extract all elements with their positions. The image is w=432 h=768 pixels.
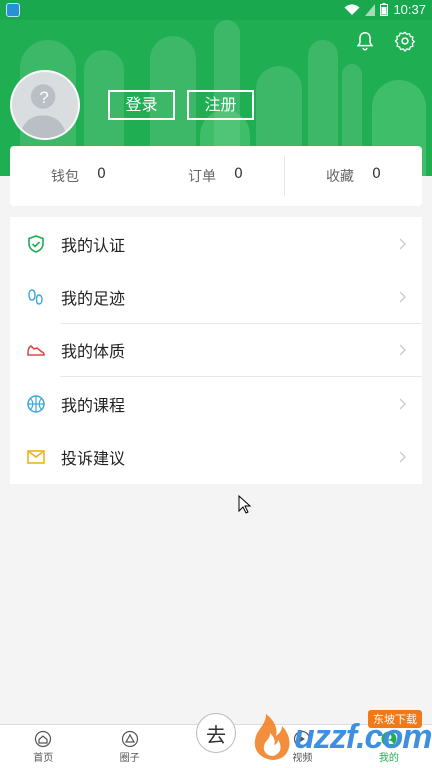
flame-logo-icon bbox=[254, 714, 290, 760]
default-avatar-icon: ? bbox=[19, 84, 67, 138]
app-notification-icon bbox=[6, 3, 20, 17]
menu-list: 我的认证 我的足迹 我的体质 我的课程 投诉建议 bbox=[10, 217, 422, 484]
wifi-icon bbox=[344, 3, 360, 15]
bell-icon[interactable] bbox=[354, 30, 376, 52]
center-logo-icon: 去 bbox=[196, 713, 237, 753]
watermark-badge: 东坡下载 bbox=[368, 710, 422, 728]
menu-item-feedback[interactable]: 投诉建议 bbox=[10, 431, 422, 484]
settings-gear-icon[interactable] bbox=[394, 30, 416, 52]
stat-value: 0 bbox=[372, 166, 381, 182]
tab-home[interactable]: 首页 bbox=[0, 725, 86, 768]
menu-item-label: 我的课程 bbox=[61, 395, 126, 415]
tab-label: 圈子 bbox=[119, 753, 140, 764]
stat-orders[interactable]: 订单 0 bbox=[147, 166, 284, 186]
menu-item-certification[interactable]: 我的认证 bbox=[10, 217, 422, 270]
battery-icon bbox=[380, 3, 389, 16]
shield-check-icon bbox=[26, 234, 46, 254]
chevron-right-icon bbox=[399, 238, 406, 250]
menu-item-label: 我的体质 bbox=[61, 342, 126, 362]
status-time: 10:37 bbox=[393, 2, 426, 17]
chevron-right-icon bbox=[399, 451, 406, 463]
circle-icon bbox=[121, 730, 138, 748]
stat-wallet[interactable]: 钱包 0 bbox=[10, 166, 147, 186]
stat-favorites[interactable]: 收藏 0 bbox=[285, 166, 422, 186]
chevron-right-icon bbox=[399, 344, 406, 356]
signal-icon bbox=[365, 3, 376, 16]
footprint-icon bbox=[26, 287, 46, 307]
basketball-icon bbox=[26, 394, 46, 414]
login-button[interactable]: 登录 bbox=[108, 90, 175, 120]
avatar[interactable]: ? bbox=[10, 70, 80, 140]
menu-item-label: 投诉建议 bbox=[61, 449, 126, 469]
status-bar: 10:37 bbox=[0, 0, 432, 20]
stats-card: 钱包 0 订单 0 收藏 0 bbox=[10, 146, 422, 206]
envelope-icon bbox=[26, 447, 46, 467]
watermark-logo: uzzf.com 东坡下载 bbox=[250, 710, 432, 764]
menu-item-label: 我的足迹 bbox=[61, 289, 126, 309]
menu-item-label: 我的认证 bbox=[61, 235, 126, 255]
chevron-right-icon bbox=[399, 398, 406, 410]
stat-value: 0 bbox=[97, 166, 106, 182]
stat-label: 订单 bbox=[188, 169, 217, 185]
stat-label: 收藏 bbox=[326, 169, 355, 185]
sneaker-icon bbox=[26, 340, 46, 360]
menu-item-physique[interactable]: 我的体质 bbox=[10, 324, 422, 378]
menu-item-courses[interactable]: 我的课程 bbox=[10, 377, 422, 430]
tab-label: 首页 bbox=[33, 753, 54, 764]
mouse-cursor-icon bbox=[238, 495, 252, 514]
menu-item-footprints[interactable]: 我的足迹 bbox=[10, 270, 422, 324]
stat-value: 0 bbox=[234, 166, 243, 182]
stat-label: 钱包 bbox=[51, 169, 80, 185]
home-icon bbox=[35, 730, 52, 748]
svg-text:?: ? bbox=[39, 88, 48, 107]
tab-center[interactable]: 去 bbox=[173, 713, 259, 768]
tab-circle[interactable]: 圈子 bbox=[86, 725, 172, 768]
register-button[interactable]: 注册 bbox=[187, 90, 254, 120]
chevron-right-icon bbox=[399, 291, 406, 303]
